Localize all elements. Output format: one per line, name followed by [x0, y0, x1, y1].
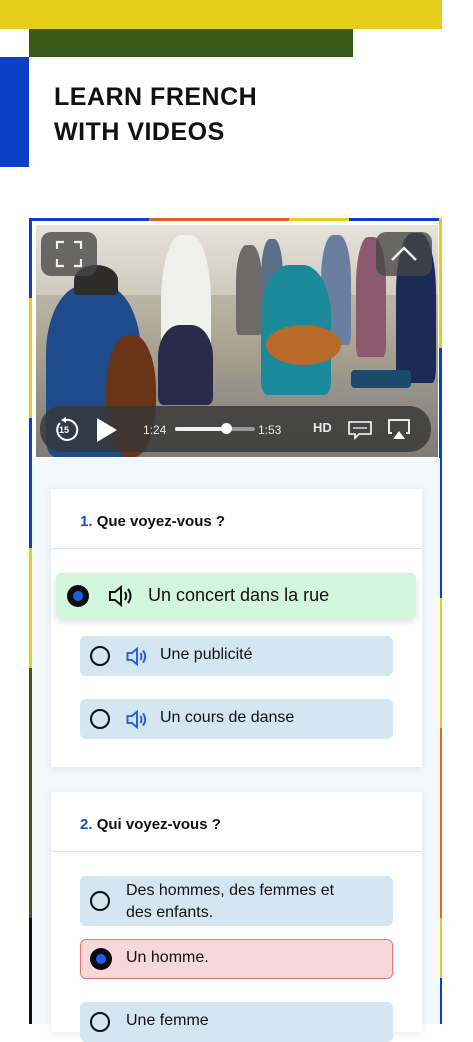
seek-handle[interactable]: [221, 423, 232, 434]
page-title-line-1: LEARN FRENCH: [54, 83, 258, 111]
answer-option-1-3-label: Un cours de danse: [160, 709, 295, 726]
elapsed-time: 1:24: [143, 423, 167, 437]
question-2-number: 2.: [80, 816, 93, 833]
question-2-heading: 2. Qui voyez-vous ?: [80, 816, 221, 833]
fullscreen-button[interactable]: [41, 232, 97, 276]
radio-unselected: [90, 1012, 110, 1032]
question-1-text: Que voyez-vous ?: [96, 513, 226, 530]
decor-bar-green: [29, 29, 353, 57]
speaker-icon: [109, 585, 132, 607]
page-title: LEARN FRENCH WITH VIDEOS: [54, 80, 257, 150]
speaker-icon[interactable]: [125, 710, 149, 729]
radio-selected: [90, 948, 112, 970]
answer-option-2-2[interactable]: Un homme.: [80, 939, 393, 979]
seek-progress: [175, 427, 227, 431]
subtitles-button[interactable]: [347, 420, 373, 440]
decor-bar-yellow: [0, 0, 442, 29]
rewind-15-label: 15: [59, 425, 70, 435]
answer-option-1-1-label: Un concert dans la rue: [148, 585, 330, 605]
answer-option-2-1-label-line-1: Des hommes, des femmes et: [126, 882, 335, 899]
answer-option-2-3[interactable]: Une femme: [80, 1002, 393, 1042]
answer-option-2-3-label: Une femme: [126, 1012, 209, 1029]
answer-option-2-2-label: Un homme.: [126, 949, 209, 966]
subtitles-icon: [348, 421, 372, 440]
radio-unselected: [90, 646, 110, 666]
answer-option-1-3[interactable]: Un cours de danse: [80, 699, 393, 739]
airplay-icon: [388, 419, 410, 439]
airplay-button[interactable]: [387, 418, 411, 440]
rewind-15-button[interactable]: 15: [53, 417, 79, 443]
answer-option-1-2[interactable]: Une publicité: [80, 636, 393, 676]
radio-selected: [67, 585, 89, 607]
collapse-video-button[interactable]: [376, 232, 432, 276]
answer-option-1-1[interactable]: Un concert dans la rue: [56, 573, 416, 619]
question-1-heading: 1. Que voyez-vous ?: [80, 513, 225, 530]
collapse-chevron-icon: [391, 246, 417, 261]
answer-option-2-1-label-line-2: des enfants.: [126, 904, 214, 921]
question-1-divider: [51, 548, 422, 549]
radio-unselected: [90, 891, 110, 911]
radio-unselected: [90, 709, 110, 729]
question-2-divider: [51, 851, 422, 852]
decor-bar-blue: [0, 57, 29, 167]
speaker-icon[interactable]: [125, 647, 149, 666]
hd-quality-button[interactable]: HD: [313, 420, 332, 435]
fullscreen-icon: [55, 240, 83, 268]
question-2-text: Qui voyez-vous ?: [96, 816, 221, 833]
answer-option-1-2-label: Une publicité: [160, 646, 253, 663]
question-1-number: 1.: [80, 513, 93, 530]
play-icon: [97, 418, 117, 442]
remaining-time: 1:53: [258, 423, 282, 437]
page-title-line-2: WITH VIDEOS: [54, 118, 225, 146]
answer-option-2-1[interactable]: Des hommes, des femmes et des enfants.: [80, 876, 393, 926]
play-button[interactable]: [95, 417, 119, 443]
